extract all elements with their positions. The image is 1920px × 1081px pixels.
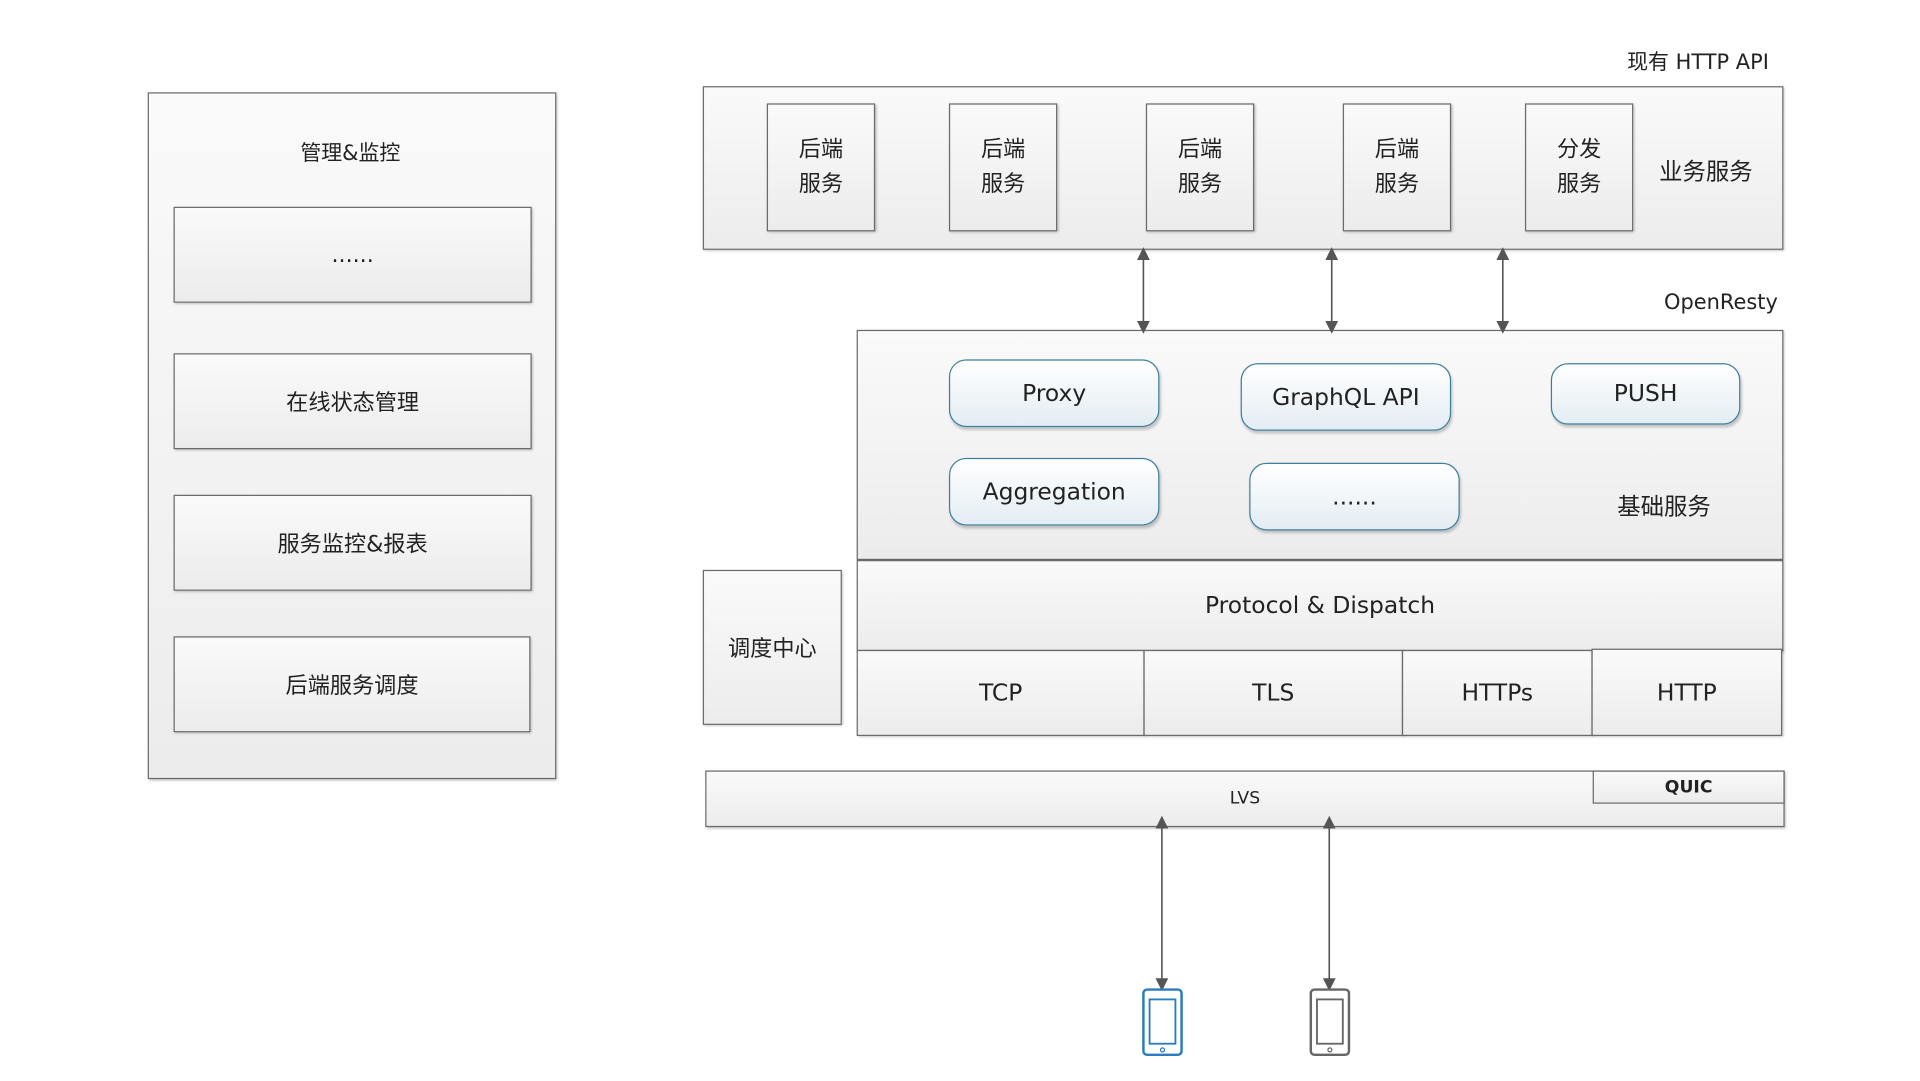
architecture-diagram: 管理&监控 ...... 在线状态管理 服务监控&报表 后端服务调度 现有 HT… [0,0,1920,1081]
mobile-phone-icon [1142,988,1183,1057]
connectors [1137,247,1510,1057]
mobile-phone-icon [1309,988,1351,1057]
